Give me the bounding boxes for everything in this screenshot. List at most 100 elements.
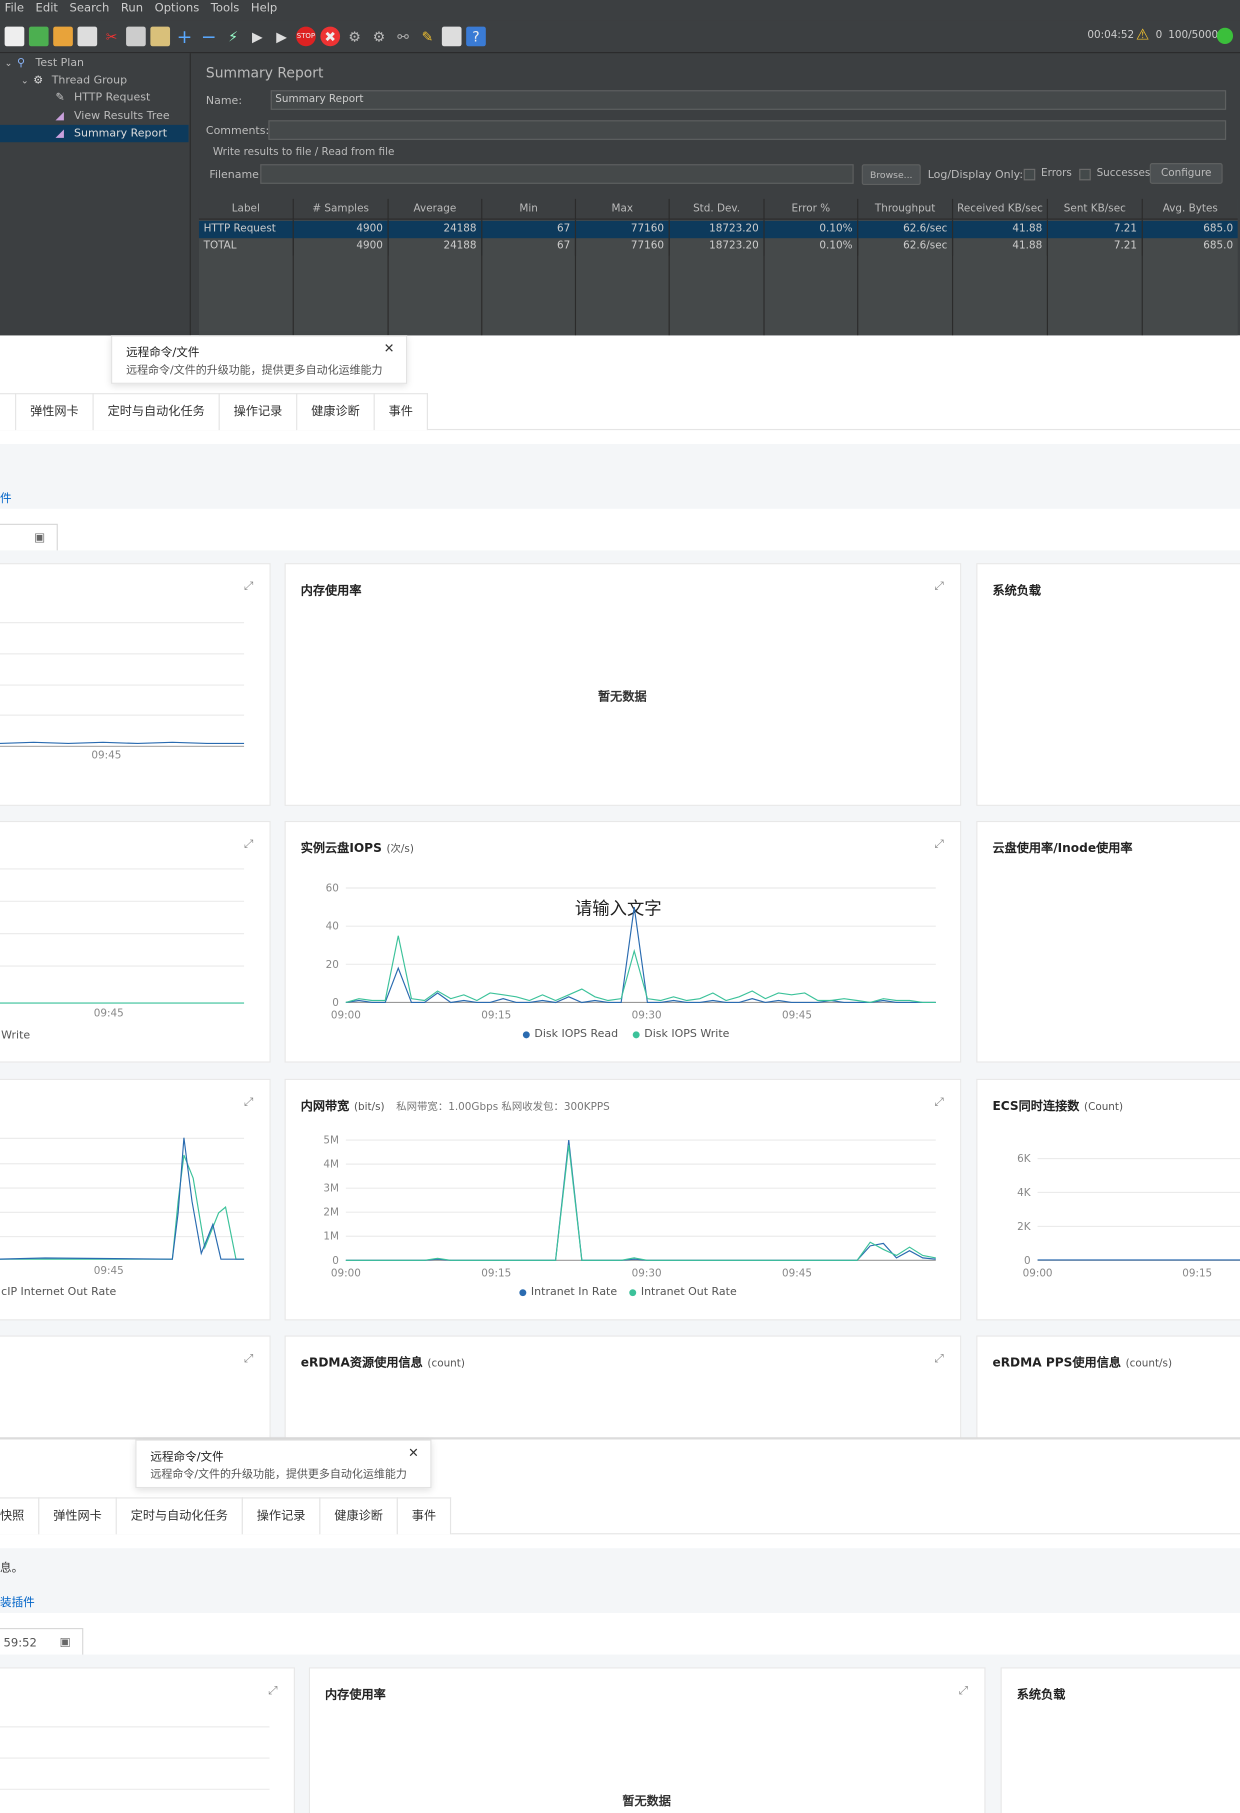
- disk-usage-card: 云盘使用率/Inode使用率: [976, 820, 1240, 1063]
- col-throughput[interactable]: Throughput: [858, 198, 954, 219]
- install-plugin-link[interactable]: 装插件: [0, 1592, 35, 1610]
- successes-checkbox[interactable]: [1079, 168, 1091, 181]
- expand-icon[interactable]: ⤢: [959, 1685, 968, 1698]
- tree-item-test-plan[interactable]: ⌄ ⚲ Test Plan: [5, 54, 84, 71]
- col-avg-bytes[interactable]: Avg. Bytes: [1143, 199, 1238, 219]
- warning-icon[interactable]: ⚠: [1136, 27, 1149, 44]
- toggle-icon[interactable]: ⚡: [223, 27, 243, 47]
- instance-tabs-2: 快照 弹性网卡 定时与自动化任务 操作记录 健康诊断 事件: [0, 1497, 1240, 1535]
- y-tick-label: 4K: [1017, 1187, 1032, 1199]
- tooltip-description: 远程命令/文件的升级功能，提供更多自动化运维能力: [150, 1468, 407, 1482]
- errors-checkbox[interactable]: [1023, 168, 1036, 181]
- results-table: Label # Samples Average Min Max Std. Dev…: [198, 198, 1238, 336]
- clear-icon[interactable]: ⚙: [345, 27, 365, 47]
- cut-icon[interactable]: ✂: [102, 27, 122, 47]
- tree-item-summary-report[interactable]: ◢ Summary Report: [0, 124, 189, 143]
- col-label[interactable]: Label: [199, 198, 294, 219]
- menu-edit[interactable]: Edit: [36, 2, 58, 18]
- expand-icon[interactable]: ⤢: [244, 1096, 253, 1109]
- tab-eni[interactable]: 弹性网卡: [38, 1497, 117, 1535]
- legend-intranet-out: Intranet Out Rate: [629, 1286, 737, 1298]
- start-no-pause-icon[interactable]: ▶: [272, 27, 292, 47]
- col-samples[interactable]: # Samples: [294, 198, 389, 219]
- configure-button[interactable]: Configure: [1149, 163, 1223, 184]
- open-icon[interactable]: [53, 26, 73, 47]
- tree-item-view-results-tree[interactable]: ◢ View Results Tree: [56, 108, 170, 125]
- close-icon[interactable]: ✕: [408, 1445, 419, 1460]
- thread-count: 100/5000: [1168, 30, 1219, 42]
- name-field[interactable]: Summary Report: [270, 90, 1227, 110]
- disk-iops-card: 实例云盘IOPS (次/s) ⤢ 请输入文字 0 20 40 60 09:00 09:15 0…: [284, 820, 963, 1064]
- tab-eni[interactable]: 弹性网卡: [15, 393, 94, 431]
- warning-count: 0: [1155, 30, 1163, 42]
- menu-file[interactable]: File: [5, 2, 24, 18]
- col-std-dev[interactable]: Std. Dev.: [670, 198, 765, 219]
- expand-icon[interactable]: ⤢: [935, 580, 944, 593]
- expand-icon[interactable]: +: [175, 25, 195, 47]
- tab-events[interactable]: 事件: [396, 1497, 452, 1535]
- help-icon[interactable]: ?: [466, 26, 486, 47]
- col-sent[interactable]: Sent KB/sec: [1048, 198, 1143, 219]
- tab-scheduled-tasks[interactable]: 定时与自动化任务: [92, 393, 220, 431]
- expand-icon[interactable]: ⤢: [244, 580, 253, 593]
- col-average[interactable]: Average: [389, 198, 483, 219]
- comments-field[interactable]: [268, 120, 1227, 140]
- col-error[interactable]: Error %: [765, 198, 859, 219]
- tree-item-thread-group[interactable]: ⌄ ⚙ Thread Group: [21, 72, 127, 89]
- y-tick-label: 0: [332, 997, 339, 1009]
- templates-icon[interactable]: [28, 26, 49, 47]
- col-received[interactable]: Received KB/sec: [953, 198, 1048, 219]
- menu-bar: File Edit Search Run Options Tools Help: [0, 0, 1240, 21]
- tab-operation-logs[interactable]: 操作记录: [241, 1497, 321, 1535]
- calendar-icon: ▣: [34, 531, 46, 545]
- copy-icon[interactable]: [126, 26, 146, 47]
- collapse-icon[interactable]: −: [199, 25, 219, 47]
- start-icon[interactable]: ▶: [248, 27, 268, 47]
- card-title: eRDMA PPS使用信息 (count/s): [992, 1356, 1173, 1371]
- tab-events[interactable]: 事件: [373, 393, 428, 431]
- tree-item-http-request[interactable]: ✎ HTTP Request: [56, 89, 151, 106]
- y-tick-label: 6K: [1017, 1153, 1032, 1165]
- expand-icon[interactable]: ⤢: [268, 1685, 277, 1698]
- shutdown-icon[interactable]: ✖: [320, 26, 341, 47]
- col-max[interactable]: Max: [576, 198, 670, 219]
- menu-search[interactable]: Search: [70, 2, 110, 18]
- filename-field[interactable]: [260, 164, 854, 184]
- tab-operation-logs[interactable]: 操作记录: [218, 393, 298, 431]
- no-data-label: 暂无数据: [598, 690, 647, 705]
- stop-icon[interactable]: STOP: [296, 26, 316, 47]
- log-only-label: Log/Display Only:: [927, 168, 1024, 182]
- tab-scheduled-tasks[interactable]: 定时与自动化任务: [115, 1497, 243, 1535]
- tab-health-diagnosis[interactable]: 健康诊断: [319, 1497, 398, 1535]
- comments-label: Comments:: [205, 124, 270, 138]
- menu-run[interactable]: Run: [121, 2, 143, 18]
- new-icon[interactable]: [4, 26, 25, 47]
- clear-all-icon[interactable]: ⚙: [369, 27, 389, 47]
- function-helper-icon[interactable]: [441, 26, 462, 47]
- expand-icon[interactable]: ⤢: [244, 838, 253, 851]
- iops-chart: 0 20 40 60 09:00 09:15 09:30 09:45: [286, 822, 963, 1064]
- x-tick-label: 09:30: [632, 1268, 662, 1280]
- menu-tools[interactable]: Tools: [211, 2, 240, 18]
- menu-options[interactable]: Options: [155, 2, 200, 18]
- paste-icon[interactable]: [150, 26, 171, 47]
- expand-icon[interactable]: ⤢: [935, 1353, 944, 1366]
- menu-help[interactable]: Help: [251, 2, 277, 18]
- plugin-link[interactable]: 件: [0, 488, 12, 506]
- expand-icon[interactable]: ⤢: [244, 1353, 253, 1366]
- table-row-total[interactable]: TOTAL 4900 24188 67 77160 18723.20 0.10%…: [199, 238, 1238, 256]
- save-icon[interactable]: [77, 26, 98, 47]
- tab-health-diagnosis[interactable]: 健康诊断: [296, 393, 375, 431]
- col-min[interactable]: Min: [482, 198, 577, 219]
- y-tick-label: 5M: [323, 1135, 339, 1147]
- browse-button[interactable]: Browse...: [861, 164, 921, 185]
- reset-search-icon[interactable]: ✎: [418, 27, 438, 47]
- search-icon[interactable]: ⚯: [393, 27, 413, 47]
- y-tick-label: 0: [332, 1255, 339, 1267]
- erdma-pps-card: eRDMA PPS使用信息 (count/s): [976, 1335, 1240, 1440]
- y-tick-label: 4M: [323, 1159, 339, 1171]
- tab-snapshots[interactable]: 快照: [0, 1497, 40, 1535]
- date-value: 59:52: [3, 1637, 37, 1650]
- close-icon[interactable]: ✕: [384, 341, 395, 356]
- table-row[interactable]: HTTP Request 4900 24188 67 77160 18723.2…: [198, 220, 1238, 239]
